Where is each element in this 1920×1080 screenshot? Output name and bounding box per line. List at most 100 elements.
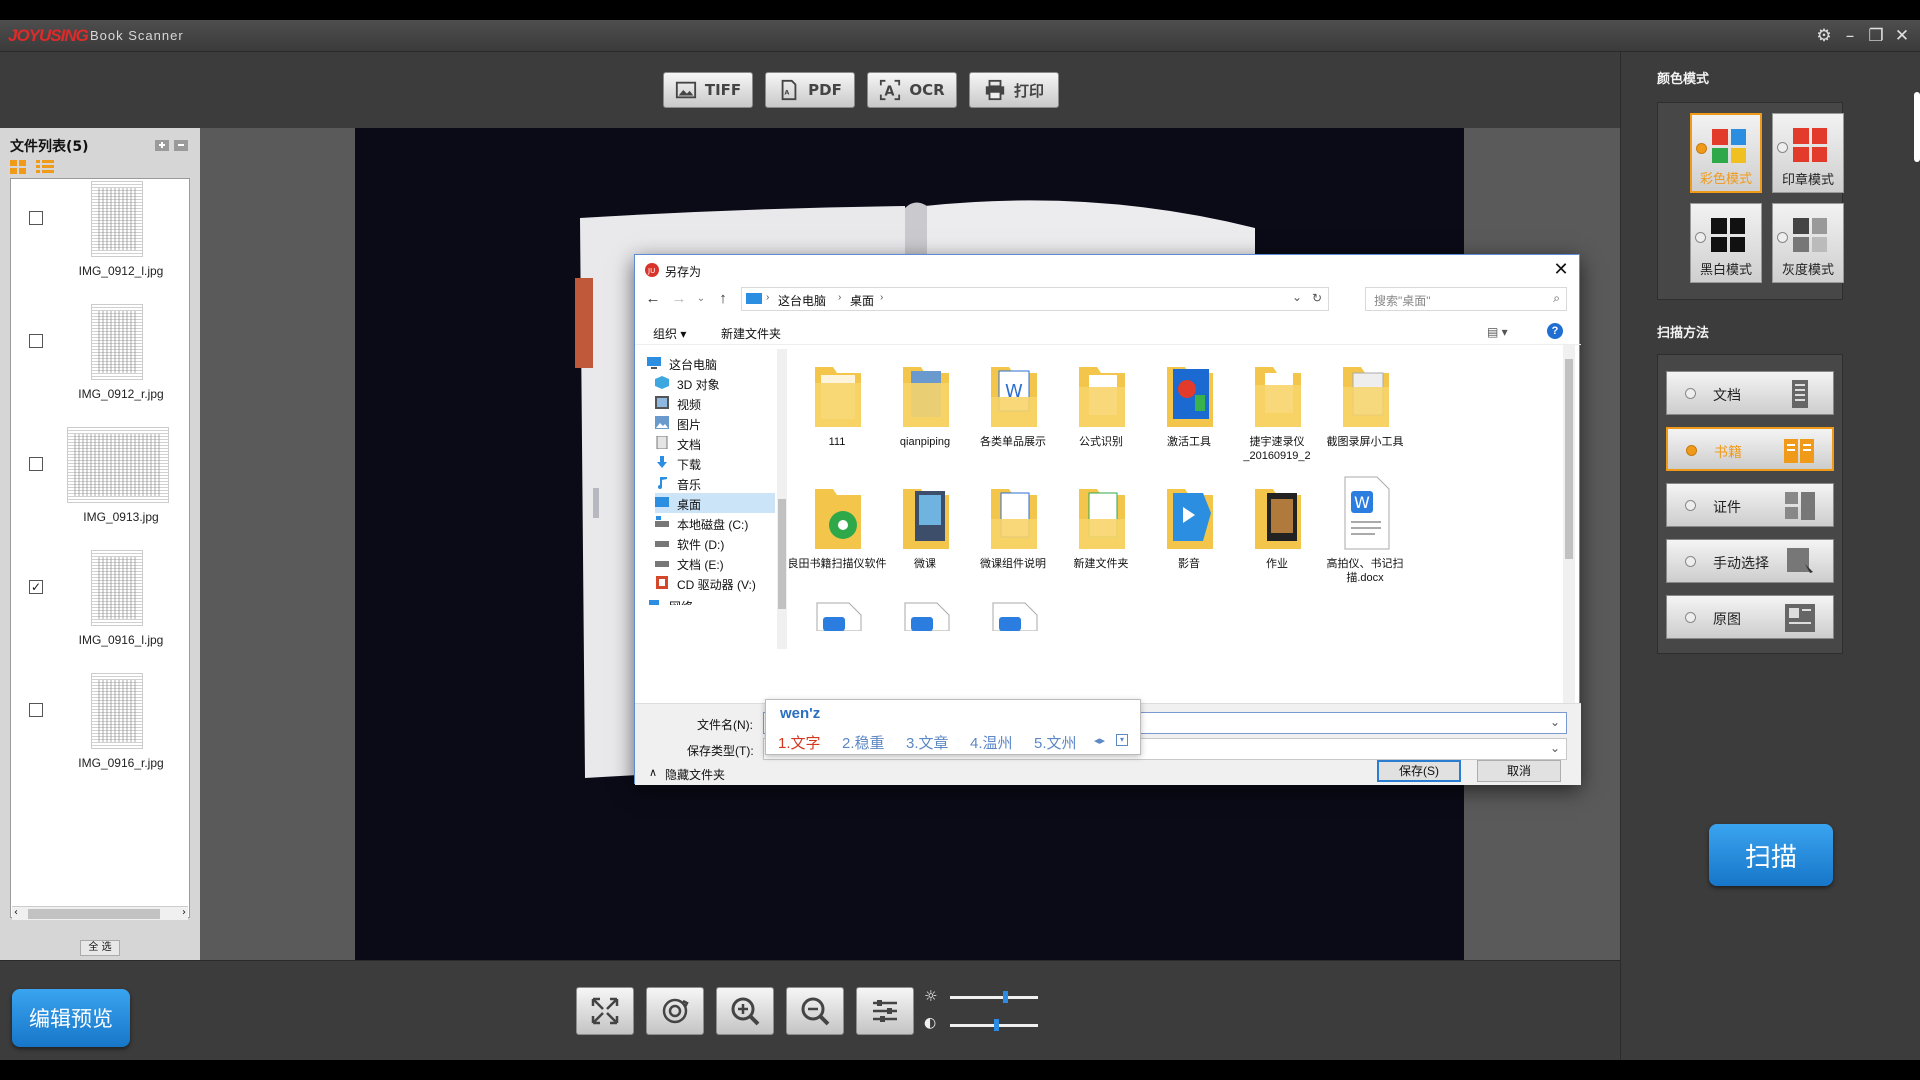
zoom-out-button[interactable] bbox=[786, 987, 844, 1035]
ime-candidate[interactable]: 4.温州 bbox=[970, 732, 1013, 753]
organize-menu[interactable]: 组织 ▾ bbox=[653, 325, 686, 342]
ime-candidate[interactable]: 3.文章 bbox=[906, 732, 949, 753]
ime-page-arrows-icon[interactable]: ◂▸ bbox=[1094, 734, 1105, 747]
fit-screen-button[interactable] bbox=[576, 987, 634, 1035]
refresh-icon[interactable]: ↻ bbox=[1312, 291, 1322, 305]
print-button[interactable]: 打印 bbox=[969, 72, 1059, 108]
forward-arrow-icon[interactable]: → bbox=[669, 289, 689, 309]
ime-candidate[interactable]: 5.文州 bbox=[1034, 732, 1077, 753]
import-folder-icon[interactable] bbox=[154, 138, 170, 152]
folder-item[interactable]: 截图录屏小工具 bbox=[1315, 353, 1415, 471]
list-item[interactable]: IMG_0913.jpg bbox=[11, 425, 181, 548]
up-arrow-icon[interactable]: ↑ bbox=[713, 289, 733, 309]
file-scrollbar[interactable] bbox=[1563, 345, 1575, 703]
file-thumbnail[interactable] bbox=[91, 673, 143, 749]
file-checkbox[interactable] bbox=[29, 457, 43, 471]
address-bar[interactable]: › 这台电脑 › 桌面 › ⌄ ↻ bbox=[741, 287, 1329, 311]
folder-item[interactable]: 微课组件说明 bbox=[963, 475, 1063, 593]
view-options-icon[interactable]: ▤ ▾ bbox=[1487, 325, 1508, 339]
rotate-button[interactable] bbox=[646, 987, 704, 1035]
file-thumbnail[interactable] bbox=[91, 181, 143, 257]
hide-folders-toggle[interactable]: 隐藏文件夹 bbox=[665, 766, 725, 783]
docx-file-item[interactable]: W 高拍仪、书记扫描.docx bbox=[1315, 475, 1415, 593]
close-icon[interactable]: ✕ bbox=[1890, 24, 1914, 48]
file-thumbnail[interactable] bbox=[91, 304, 143, 380]
scroll-left-icon[interactable]: ‹ bbox=[14, 907, 18, 918]
ime-candidate[interactable]: 1.文字 bbox=[778, 732, 821, 753]
nav-item-downloads[interactable]: 下载 bbox=[655, 453, 775, 473]
folder-item[interactable]: 111 bbox=[787, 353, 887, 471]
nav-item-this-pc[interactable]: 这台电脑 bbox=[647, 353, 767, 373]
nav-item-cd-drive[interactable]: CD 驱动器 (V:) bbox=[655, 573, 775, 593]
folder-item[interactable]: W 各类单品展示 bbox=[963, 353, 1063, 471]
folder-item[interactable]: 捷宇速录仪_20160919_2 bbox=[1227, 353, 1327, 471]
folder-item[interactable]: 公式识别 bbox=[1051, 353, 1151, 471]
settings-gear-icon[interactable]: ⚙ bbox=[1812, 24, 1836, 48]
nav-item-videos[interactable]: 视频 bbox=[655, 393, 775, 413]
tiff-button[interactable]: TIFF bbox=[663, 72, 753, 108]
ime-candidate[interactable]: 2.稳重 bbox=[842, 732, 885, 753]
scrollbar-thumb[interactable] bbox=[778, 499, 786, 609]
folder-item[interactable]: 作业 bbox=[1227, 475, 1327, 593]
grayscale-mode-button[interactable]: 灰度模式 bbox=[1772, 203, 1844, 283]
cancel-button[interactable]: 取消 bbox=[1477, 760, 1561, 782]
brightness-slider[interactable] bbox=[950, 991, 1038, 1003]
stamp-mode-button[interactable]: 印章模式 bbox=[1772, 113, 1844, 193]
folder-item[interactable]: 新建文件夹 bbox=[1051, 475, 1151, 593]
bw-mode-button[interactable]: 黑白模式 bbox=[1690, 203, 1762, 283]
list-item[interactable]: IMG_0912_l.jpg bbox=[11, 179, 181, 302]
file-checkbox[interactable] bbox=[29, 703, 43, 717]
nav-item-pictures[interactable]: 图片 bbox=[655, 413, 775, 433]
thumbnail-list[interactable]: IMG_0912_l.jpg IMG_0912_r.jpg IMG_0913.j… bbox=[10, 178, 190, 918]
save-button[interactable]: 保存(S) bbox=[1377, 760, 1461, 782]
nav-item-drive-e[interactable]: 文档 (E:) bbox=[655, 553, 775, 573]
list-item[interactable]: ✓ IMG_0916_l.jpg bbox=[11, 548, 181, 671]
delete-folder-icon[interactable] bbox=[173, 138, 189, 152]
scroll-right-icon[interactable]: › bbox=[182, 907, 186, 918]
ocr-button[interactable]: A OCR bbox=[867, 72, 957, 108]
ime-expand-icon[interactable]: ▾ bbox=[1116, 734, 1128, 746]
file-view-pane[interactable]: 111 qianpiping W 各类单品展示 公式识别 激活工具 捷宇速录仪_… bbox=[787, 345, 1563, 703]
slider-knob[interactable] bbox=[1002, 991, 1008, 1003]
folder-item[interactable]: 微课 bbox=[875, 475, 975, 593]
nav-item-desktop[interactable]: 桌面 bbox=[655, 493, 775, 513]
folder-item[interactable]: 良田书籍扫描仪软件 bbox=[787, 475, 887, 593]
select-all-button[interactable]: 全 选 bbox=[80, 940, 120, 956]
folder-item[interactable]: 影音 bbox=[1139, 475, 1239, 593]
nav-item-network[interactable]: 网络 bbox=[647, 595, 767, 605]
nav-item-3d-objects[interactable]: 3D 对象 bbox=[655, 373, 775, 393]
help-icon[interactable]: ? bbox=[1547, 323, 1563, 339]
back-arrow-icon[interactable]: ← bbox=[643, 289, 663, 309]
list-view-icon[interactable] bbox=[36, 160, 54, 174]
hide-folders-chevron-icon[interactable]: ∧ bbox=[649, 766, 657, 779]
file-checkbox[interactable] bbox=[29, 211, 43, 225]
scan-id-card-button[interactable]: 证件 bbox=[1666, 483, 1834, 527]
nav-scrollbar[interactable] bbox=[777, 349, 787, 649]
nav-item-music[interactable]: 音乐 bbox=[655, 473, 775, 493]
grid-view-icon[interactable] bbox=[10, 160, 26, 174]
nav-item-documents[interactable]: 文档 bbox=[655, 433, 775, 453]
address-dropdown-icon[interactable]: ⌄ bbox=[1292, 290, 1302, 304]
scan-book-button[interactable]: 书籍 bbox=[1666, 427, 1834, 471]
file-checkbox[interactable] bbox=[29, 334, 43, 348]
file-thumbnail[interactable] bbox=[91, 550, 143, 626]
scan-manual-select-button[interactable]: 手动选择 bbox=[1666, 539, 1834, 583]
scrollbar-thumb[interactable] bbox=[28, 909, 160, 919]
list-item[interactable]: IMG_0916_r.jpg bbox=[11, 671, 181, 794]
scrollbar-thumb[interactable] bbox=[1565, 359, 1573, 559]
contrast-slider[interactable] bbox=[950, 1019, 1038, 1031]
panel-handle[interactable] bbox=[1914, 92, 1920, 162]
minimize-icon[interactable]: – bbox=[1838, 24, 1862, 48]
color-mode-button[interactable]: 彩色模式 bbox=[1690, 113, 1762, 193]
restore-icon[interactable]: ❐ bbox=[1864, 24, 1888, 48]
filetype-dropdown-icon[interactable]: ⌄ bbox=[1550, 741, 1560, 755]
nav-item-drive-d[interactable]: 软件 (D:) bbox=[655, 533, 775, 553]
filename-dropdown-icon[interactable]: ⌄ bbox=[1550, 715, 1560, 729]
dialog-close-icon[interactable]: ✕ bbox=[1549, 257, 1573, 281]
file-thumbnail[interactable] bbox=[67, 427, 169, 503]
scan-button[interactable]: 扫描 bbox=[1709, 824, 1833, 886]
recent-chevron-icon[interactable]: ⌄ bbox=[691, 289, 711, 309]
folder-item[interactable]: qianpiping bbox=[875, 353, 975, 471]
scan-original-button[interactable]: 原图 bbox=[1666, 595, 1834, 639]
horizontal-scrollbar[interactable]: ‹ › bbox=[12, 906, 188, 920]
